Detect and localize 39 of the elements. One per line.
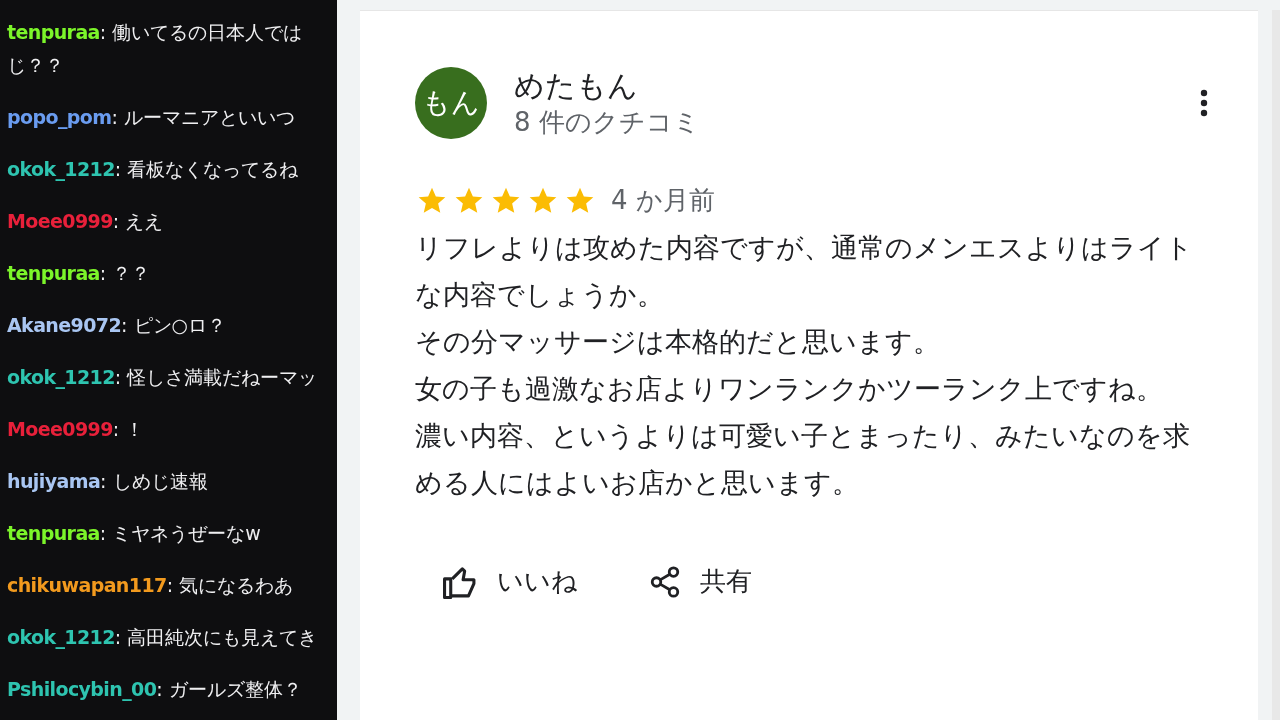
- chat-message: : ミヤネうぜーなw: [99, 522, 261, 544]
- chat-username[interactable]: tenpuraa: [7, 262, 100, 284]
- chat-message: : ！: [112, 418, 145, 440]
- chat-message: : 怪しさ満載だねーマッ: [114, 366, 318, 388]
- chat-username[interactable]: Moee0999: [7, 210, 113, 232]
- share-button[interactable]: 共有: [648, 564, 752, 599]
- chat-username[interactable]: popo_pom: [7, 106, 112, 128]
- review-text: 濃い内容、というよりは可愛い子とまったり、みたいなのを求める人にはよいお店かと思います。: [415, 419, 1191, 500]
- chat-username[interactable]: tenpuraa: [7, 522, 100, 544]
- chat-message: : 働いてるの日本人では: [99, 21, 303, 43]
- reviewer-name[interactable]: めたもん: [514, 67, 1200, 105]
- review-time: 4 か月前: [611, 184, 715, 217]
- chat-username[interactable]: Moee0999: [7, 418, 113, 440]
- chat-username[interactable]: Akane9072: [7, 314, 122, 336]
- chat-message: : ピン○ロ？: [121, 314, 227, 336]
- review-text: その分マッサージは本格的だと思います。: [415, 325, 941, 359]
- chat-username[interactable]: tenpuraa: [7, 21, 100, 43]
- chat-username[interactable]: hujiyama: [7, 470, 101, 492]
- like-button[interactable]: いいね: [441, 564, 578, 599]
- chat-message: : ？？: [99, 262, 151, 284]
- chat-message: : ガールズ整体？: [156, 678, 302, 700]
- chat-username[interactable]: okok_1212: [7, 366, 115, 388]
- more-options-icon[interactable]: [1200, 89, 1208, 117]
- chat-message: : 気になるわあ: [166, 574, 294, 596]
- chat-message: じ？？: [7, 54, 64, 76]
- review-text: 女の子も過激なお店よりワンランクかツーランク上ですね。: [415, 372, 1164, 406]
- chat-message: : 看板なくなってるね: [114, 158, 299, 180]
- chat-message: : ええ: [112, 210, 164, 232]
- chat-message: : 高田純次にも見えてき: [114, 626, 318, 648]
- chat-username[interactable]: Pshilocybin_00: [7, 678, 157, 700]
- chat-message: : ルーマニアといいつ: [111, 106, 295, 128]
- chat-username[interactable]: okok_1212: [7, 626, 115, 648]
- chat-message: : しめじ速報: [100, 470, 208, 492]
- review-count: 8 件のクチコミ: [514, 106, 701, 139]
- avatar[interactable]: もん: [415, 67, 487, 139]
- share-icon: [648, 564, 682, 599]
- review-text: リフレよりは攻めた内容ですが、通常のメンエスよりはライトな内容でしょうか。: [415, 231, 1194, 312]
- chat-username[interactable]: chikuwapan117: [7, 574, 167, 596]
- chat-username[interactable]: okok_1212: [7, 158, 115, 180]
